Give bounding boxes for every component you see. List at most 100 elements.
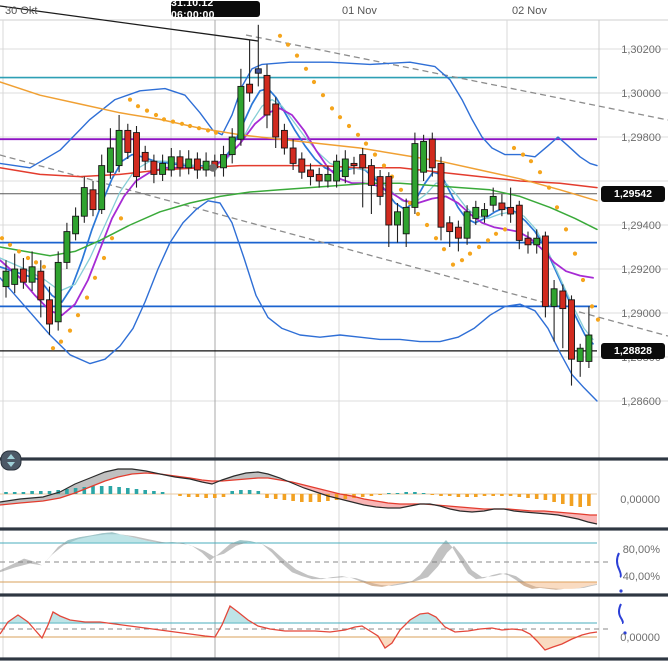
candle-body[interactable] — [280, 129, 288, 149]
price-axis-label: 1,29800 — [621, 132, 661, 144]
candle-body[interactable] — [228, 136, 236, 156]
macd-histogram-bar — [134, 489, 139, 494]
candle-body[interactable] — [246, 83, 254, 94]
candle-body[interactable] — [37, 270, 45, 301]
macd-histogram-bar — [273, 494, 278, 499]
macd-histogram-bar — [430, 494, 435, 495]
candle-body[interactable] — [402, 206, 410, 235]
sar-dot — [67, 328, 73, 333]
candle-body[interactable] — [472, 206, 480, 219]
candle-body[interactable] — [350, 162, 358, 167]
candle-body[interactable] — [454, 226, 462, 239]
candle-body[interactable] — [115, 129, 123, 167]
candle-body[interactable] — [54, 261, 62, 323]
macd-histogram-bar — [439, 494, 443, 496]
sar-dot — [424, 222, 430, 228]
macd-histogram-bar — [143, 490, 147, 494]
candle-body[interactable] — [263, 74, 271, 116]
candle-body[interactable] — [411, 143, 419, 208]
candle-body[interactable] — [420, 140, 428, 173]
price-tag-upper: 1,29542 — [601, 185, 665, 202]
candle-body[interactable] — [193, 158, 201, 171]
candle-body[interactable] — [289, 147, 297, 164]
candle-body[interactable] — [46, 299, 53, 325]
price-axis-label: 1,29000 — [621, 308, 661, 320]
candle-body[interactable] — [11, 268, 19, 285]
panel-splitter-button[interactable] — [0, 450, 22, 471]
candle-body[interactable] — [98, 165, 106, 211]
candle-body[interactable] — [550, 288, 558, 307]
candle-body[interactable] — [376, 176, 384, 197]
candle-body[interactable] — [315, 173, 323, 182]
candle-body[interactable] — [437, 162, 445, 228]
candle-body[interactable] — [341, 158, 349, 178]
candle-body[interactable] — [176, 156, 184, 169]
candle-body[interactable] — [185, 158, 193, 169]
stochastic-40-label: 40,00% — [622, 571, 660, 583]
sar-dot — [398, 187, 404, 192]
sar-dot — [363, 141, 369, 146]
panel-separator[interactable] — [0, 457, 668, 461]
candle-body[interactable] — [220, 154, 227, 169]
candle-body[interactable] — [498, 202, 506, 211]
candle-body[interactable] — [19, 268, 27, 283]
candle-body[interactable] — [254, 68, 262, 74]
candle-body[interactable] — [237, 85, 245, 140]
candle-body[interactable] — [385, 176, 393, 226]
candle-body[interactable] — [489, 195, 497, 206]
candle-body[interactable] — [515, 204, 523, 241]
sar-dot — [346, 123, 352, 129]
macd-histogram-bar — [21, 492, 26, 494]
candle-body[interactable] — [80, 187, 88, 217]
sar-dot — [135, 104, 141, 109]
candle-body[interactable] — [576, 347, 584, 362]
candle-body[interactable] — [541, 235, 549, 307]
sar-dot — [485, 238, 491, 243]
day-axis-label: 02 Nov — [512, 5, 547, 17]
macd-histogram-bar — [561, 494, 565, 504]
candle-body[interactable] — [159, 162, 167, 175]
panel-separator[interactable] — [0, 527, 668, 531]
candle-body[interactable] — [524, 237, 532, 246]
candle-body[interactable] — [446, 222, 454, 233]
candle-body[interactable] — [2, 270, 10, 288]
candle-body[interactable] — [481, 209, 488, 217]
candle-body[interactable] — [89, 189, 97, 211]
candle-body[interactable] — [568, 299, 575, 360]
candle-body[interactable] — [150, 160, 158, 175]
candle-body[interactable] — [333, 160, 341, 182]
sar-dot — [528, 159, 534, 164]
selection-marker-dot — [209, 163, 217, 172]
candle-body[interactable] — [272, 103, 280, 138]
candle-body[interactable] — [359, 154, 367, 169]
candle-body[interactable] — [298, 158, 306, 173]
sar-dot — [595, 317, 601, 322]
candle-body[interactable] — [367, 165, 375, 186]
candle-body[interactable] — [72, 215, 80, 235]
panel-separator[interactable] — [0, 593, 668, 597]
panel-separator[interactable] — [0, 657, 668, 661]
sar-dot — [311, 79, 317, 85]
candle-body[interactable] — [507, 206, 515, 215]
candle-body[interactable] — [63, 231, 71, 263]
candle-body[interactable] — [324, 173, 332, 182]
candle-body[interactable] — [124, 129, 132, 153]
candle-body[interactable] — [133, 132, 140, 178]
candle-body[interactable] — [167, 156, 175, 171]
candle-body[interactable] — [307, 169, 314, 178]
candle-body[interactable] — [428, 138, 436, 169]
candle-body[interactable] — [141, 151, 149, 162]
macd-histogram-bar — [360, 494, 365, 497]
chart-canvas[interactable]: 30 Okt 01 Nov 02 Nov 1,30200 1,30000 1,29800 1… — [0, 0, 668, 662]
candle-body[interactable] — [585, 334, 593, 362]
candle-body[interactable] — [106, 147, 114, 173]
candle-body[interactable] — [533, 237, 541, 246]
candle-body[interactable] — [463, 211, 471, 239]
candle-body[interactable] — [394, 211, 401, 226]
candle-body[interactable] — [28, 266, 36, 283]
candle-body[interactable] — [202, 160, 210, 171]
macd-histogram-bar — [195, 494, 200, 497]
sar-dot — [213, 130, 219, 135]
candle-body[interactable] — [559, 290, 567, 310]
macd-histogram-bar — [82, 487, 87, 494]
